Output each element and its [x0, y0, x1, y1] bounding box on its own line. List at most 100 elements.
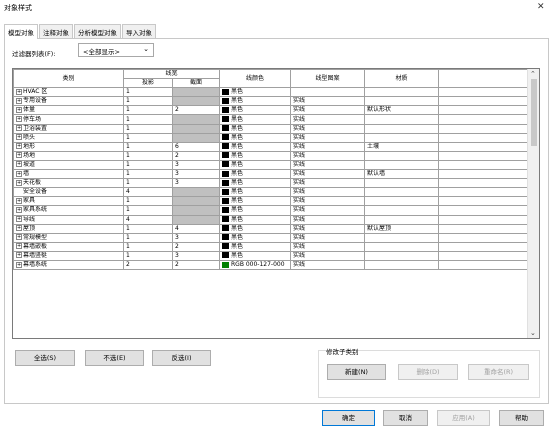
projection-cell[interactable]: 1 — [123, 150, 173, 161]
header-cut[interactable]: 截面 — [171, 78, 221, 89]
line-color-cell[interactable]: 黑色 — [219, 232, 292, 243]
expand-icon[interactable]: + — [16, 234, 22, 241]
material-cell[interactable] — [364, 232, 440, 243]
header-category[interactable]: 类别 — [13, 69, 124, 89]
category-cell[interactable]: + 幕墙嵌板 — [13, 241, 124, 252]
category-cell[interactable]: + 喷头 — [13, 132, 124, 143]
line-color-cell[interactable]: 黑色 — [219, 214, 292, 225]
new-subcategory-button[interactable]: 新建(N) — [327, 364, 386, 380]
material-cell[interactable]: 土壤 — [364, 141, 440, 152]
line-pattern-cell[interactable]: 实线 — [290, 169, 366, 180]
line-color-cell[interactable]: 黑色 — [219, 150, 292, 161]
material-cell[interactable] — [364, 150, 440, 161]
projection-cell[interactable]: 1 — [123, 205, 173, 216]
category-cell[interactable]: + 专用设备 — [13, 96, 124, 107]
line-color-cell[interactable]: 黑色 — [219, 159, 292, 171]
cut-cell[interactable]: 2 — [171, 241, 221, 252]
line-pattern-cell[interactable]: 实线 — [290, 132, 366, 143]
expand-icon[interactable]: + — [16, 152, 22, 159]
line-pattern-cell[interactable]: 实线 — [290, 232, 366, 243]
expand-icon[interactable]: + — [16, 197, 22, 204]
projection-cell[interactable]: 1 — [123, 241, 173, 252]
material-cell[interactable] — [364, 132, 440, 143]
line-pattern-cell[interactable]: 实线 — [290, 241, 366, 252]
line-pattern-cell[interactable]: 实线 — [290, 96, 366, 107]
line-pattern-cell[interactable]: 实线 — [290, 178, 366, 189]
cut-cell[interactable]: 3 — [171, 232, 221, 243]
tab-analytical-model-objects[interactable]: 分析模型对象 — [74, 24, 121, 38]
projection-cell[interactable]: 4 — [123, 214, 173, 225]
expand-icon[interactable]: + — [16, 143, 22, 150]
line-color-cell[interactable]: 黑色 — [219, 105, 292, 116]
projection-cell[interactable]: 1 — [123, 250, 173, 261]
material-cell[interactable] — [364, 87, 440, 98]
line-color-cell[interactable]: 黑色 — [219, 205, 292, 216]
expand-icon[interactable]: + — [16, 106, 22, 113]
line-pattern-cell[interactable]: 实线 — [290, 159, 366, 171]
invert-selection-button[interactable]: 反选(I) — [152, 350, 211, 366]
material-cell[interactable] — [364, 96, 440, 107]
delete-subcategory-button[interactable]: 删除(D) — [398, 364, 458, 380]
line-pattern-cell[interactable]: 实线 — [290, 196, 366, 207]
material-cell[interactable] — [364, 159, 440, 171]
category-cell[interactable]: + 家具系统 — [13, 205, 124, 216]
table-row[interactable]: + 墙 1 3 黑色 实线 默认墙 — [13, 169, 529, 180]
line-pattern-cell[interactable]: 实线 — [290, 205, 366, 216]
table-row[interactable]: + 常规模型 1 3 黑色 实线 — [13, 232, 529, 243]
table-row[interactable]: + 导线 4 黑色 实线 — [13, 214, 529, 225]
table-row[interactable]: + 专用设备 1 黑色 实线 — [13, 96, 529, 107]
tab-imported-objects[interactable]: 导入对象 — [122, 24, 156, 38]
category-cell[interactable]: + 卫浴装置 — [13, 123, 124, 134]
projection-cell[interactable]: 1 — [123, 123, 173, 134]
projection-cell[interactable]: 4 — [123, 187, 173, 198]
category-cell[interactable]: + 地形 — [13, 141, 124, 152]
table-row[interactable]: + 家具系统 1 黑色 实线 — [13, 205, 529, 216]
category-cell[interactable]: + 幕墙系统 — [13, 259, 124, 271]
cut-cell[interactable]: 4 — [171, 223, 221, 234]
select-all-button[interactable]: 全选(S) — [15, 350, 75, 366]
header-material[interactable]: 材质 — [364, 69, 440, 89]
projection-cell[interactable]: 1 — [123, 178, 173, 189]
table-row[interactable]: + 家具 1 黑色 实线 — [13, 196, 529, 207]
expand-icon[interactable]: + — [16, 243, 22, 250]
filter-dropdown[interactable]: <全部显示> ⌄ — [78, 43, 154, 57]
expand-icon[interactable]: + — [16, 125, 22, 132]
line-color-cell[interactable]: 黑色 — [219, 178, 292, 189]
projection-cell[interactable]: 1 — [123, 169, 173, 180]
help-button[interactable]: 帮助 — [499, 410, 544, 426]
category-cell[interactable]: + 墙 — [13, 169, 124, 180]
scroll-down-icon[interactable]: ⌄ — [530, 329, 536, 337]
scroll-thumb[interactable] — [531, 79, 537, 146]
category-cell[interactable]: + 家具 — [13, 196, 124, 207]
table-row[interactable]: + 幕墙嵌板 1 2 黑色 实线 — [13, 241, 529, 252]
expand-icon[interactable]: + — [16, 97, 22, 104]
expand-icon[interactable]: + — [16, 179, 22, 186]
table-row[interactable]: 安全设备 4 黑色 实线 — [13, 187, 529, 198]
table-row[interactable]: + 卫浴装置 1 黑色 实线 — [13, 123, 529, 134]
header-projection[interactable]: 投影 — [123, 78, 173, 89]
projection-cell[interactable]: 1 — [123, 232, 173, 243]
line-color-cell[interactable]: 黑色 — [219, 141, 292, 152]
projection-cell[interactable]: 1 — [123, 141, 173, 152]
table-row[interactable]: + 体量 1 2 黑色 实线 默认形状 — [13, 105, 529, 116]
category-cell[interactable]: + 坡道 — [13, 159, 124, 171]
line-pattern-cell[interactable]: 实线 — [290, 223, 366, 234]
projection-cell[interactable]: 1 — [123, 223, 173, 234]
line-color-cell[interactable]: 黑色 — [219, 123, 292, 134]
projection-cell[interactable]: 1 — [123, 159, 173, 171]
line-pattern-cell[interactable]: 实线 — [290, 150, 366, 161]
expand-icon[interactable]: + — [16, 161, 22, 168]
expand-icon[interactable]: + — [16, 252, 22, 259]
cut-cell[interactable]: 3 — [171, 169, 221, 180]
material-cell[interactable]: 默认墙 — [364, 169, 440, 180]
line-color-cell[interactable]: 黑色 — [219, 114, 292, 125]
line-color-cell[interactable]: 黑色 — [219, 250, 292, 261]
material-cell[interactable] — [364, 187, 440, 198]
line-pattern-cell[interactable]: 实线 — [290, 114, 366, 125]
material-cell[interactable] — [364, 178, 440, 189]
expand-icon[interactable]: + — [16, 206, 22, 213]
category-cell[interactable]: 安全设备 — [13, 187, 124, 198]
material-cell[interactable] — [364, 214, 440, 225]
category-cell[interactable]: + 导线 — [13, 214, 124, 225]
cut-cell[interactable]: 2 — [171, 259, 221, 271]
